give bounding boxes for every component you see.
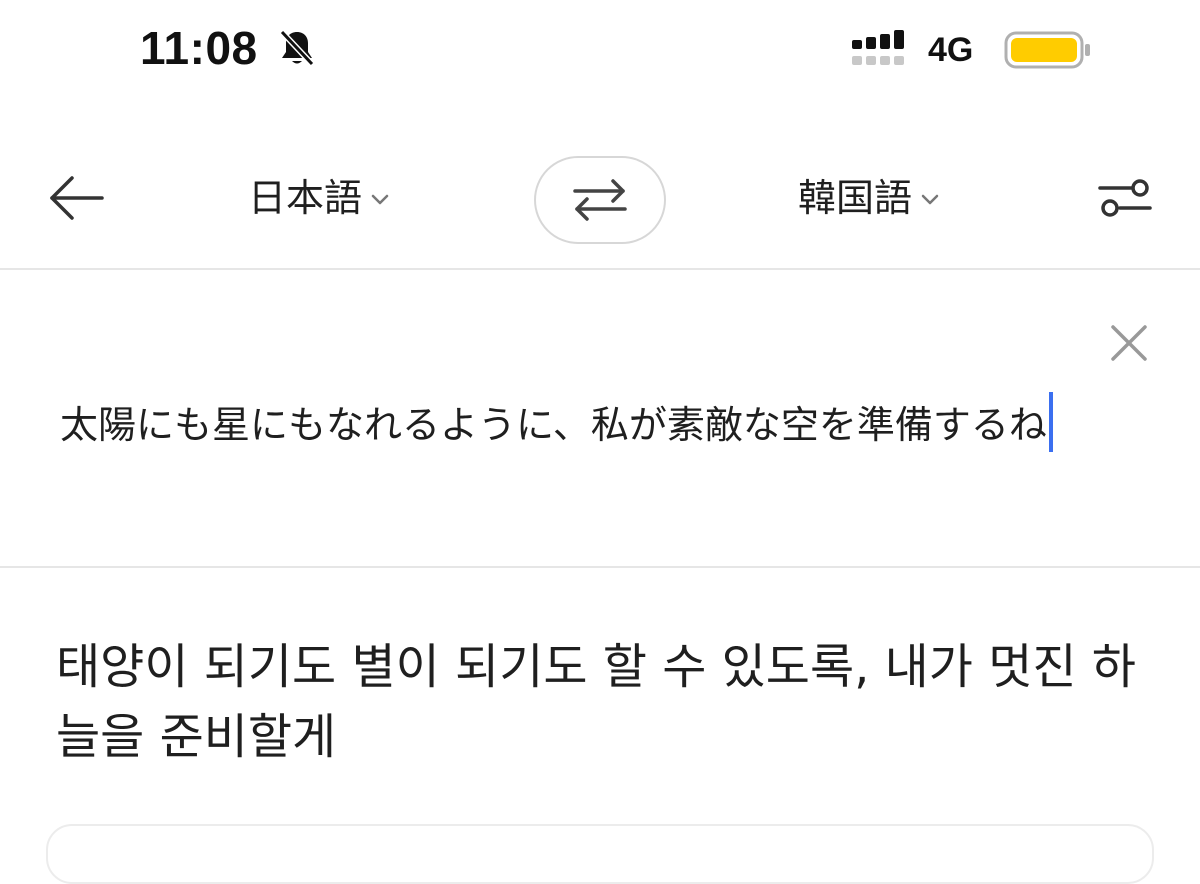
network-type: 4G [928,31,974,69]
source-text-content: 太陽にも星にもなれるように、私が素敵な空を準備するね [60,403,1047,447]
translation-result-text: 태양이 되기도 별이 되기도 할 수 있도록, 내가 멋진 하늘을 준비할게 [56,639,1136,765]
close-icon[interactable] [1108,322,1150,364]
text-caret [1048,392,1053,452]
result-actions-card [46,824,1154,884]
target-language-label: 韓国語 [798,176,913,220]
arrow-left-icon[interactable] [44,172,108,224]
source-language-label: 日本語 [248,176,363,220]
swap-languages-button[interactable] [534,156,666,244]
chevron-down-icon [371,194,389,205]
translation-result-area: 태양이 되기도 별이 되기도 할 수 있도록, 내가 멋진 하늘을 준비할게 [0,570,1200,884]
source-text-area[interactable]: 太陽にも星にもなれるように、私が素敵な空を準備するね [0,272,1200,568]
source-text-input[interactable]: 太陽にも星にもなれるように、私が素敵な空を準備するね [60,392,1140,454]
source-language-select[interactable]: 日本語 [248,172,390,224]
battery-icon [1004,31,1090,69]
status-time: 11:08 [140,22,258,74]
bell-off-icon [279,29,315,67]
swap-arrows-icon [573,179,627,221]
status-bar: 11:08 4G [0,0,1200,100]
sliders-icon[interactable] [1096,176,1154,220]
target-language-select[interactable]: 韓国語 [798,172,940,224]
chevron-down-icon [921,194,939,205]
language-bar: 日本語 韓国語 [0,120,1200,270]
signal-icon [852,30,904,65]
